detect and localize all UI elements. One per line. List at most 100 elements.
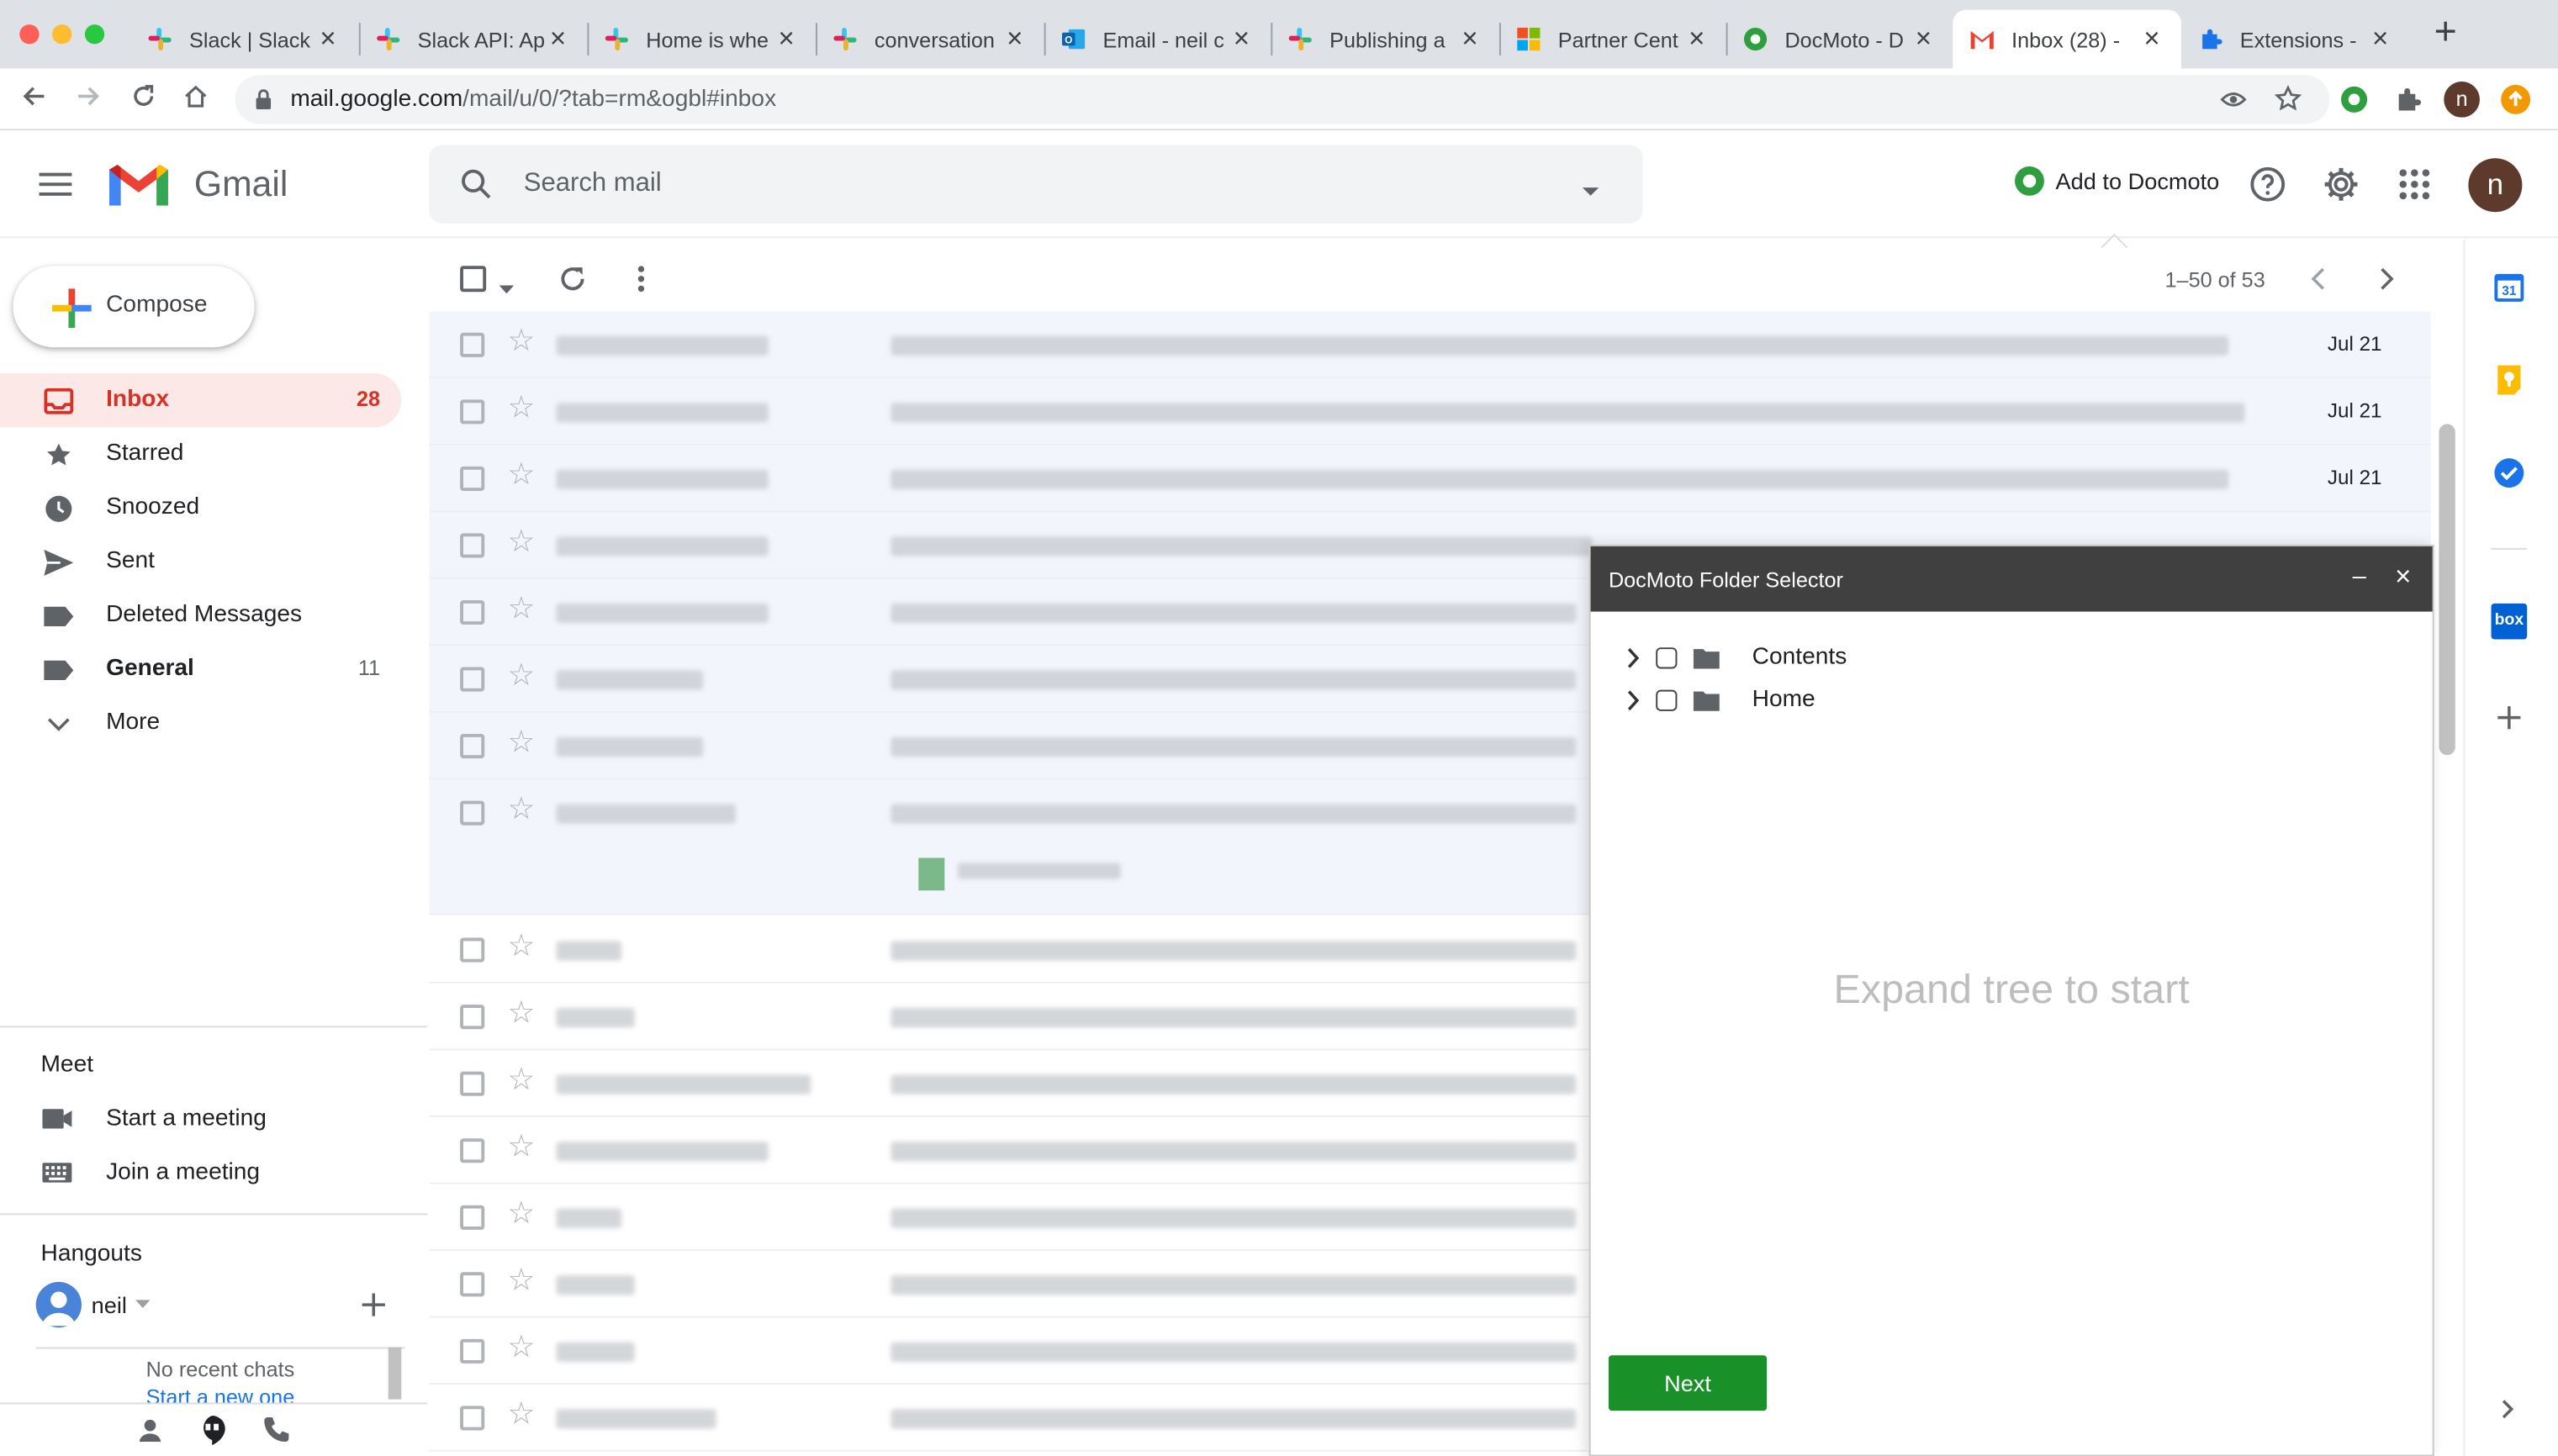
account-avatar[interactable]: n: [2468, 158, 2523, 213]
search-icon[interactable]: [460, 168, 493, 209]
row-checkbox[interactable]: [460, 1272, 485, 1297]
star-icon[interactable]: ☆: [507, 660, 535, 694]
row-checkbox[interactable]: [460, 533, 485, 558]
star-icon[interactable]: ☆: [507, 593, 535, 626]
mail-list-scrollbar[interactable]: [2439, 424, 2455, 756]
close-tab-icon[interactable]: ×: [1229, 23, 1255, 55]
close-tab-icon[interactable]: ×: [545, 23, 571, 55]
close-tab-icon[interactable]: ×: [2367, 23, 2393, 55]
address-bar[interactable]: mail.google.com/mail/u/0/?tab=rm&ogbl#in…: [235, 75, 2330, 124]
nav-item-general[interactable]: General 11: [0, 642, 401, 696]
nav-item-more[interactable]: More: [0, 696, 401, 750]
row-checkbox[interactable]: [460, 734, 485, 759]
search-mail-bar[interactable]: Search mail: [429, 145, 1643, 224]
close-tab-icon[interactable]: ×: [774, 23, 800, 55]
row-checkbox[interactable]: [460, 1138, 485, 1163]
browser-tab[interactable]: conversation ×: [816, 10, 1044, 69]
keep-icon[interactable]: [2496, 364, 2522, 405]
add-to-docmoto-button[interactable]: Add to Docmoto: [2013, 165, 2219, 198]
newer-page-chevron-left-icon[interactable]: [2310, 267, 2326, 298]
apps-grid-icon[interactable]: [2395, 165, 2434, 204]
profile-avatar[interactable]: n: [2444, 82, 2480, 118]
browser-tab[interactable]: Extensions - ×: [2181, 10, 2410, 69]
browser-tab[interactable]: Slack | Slack ×: [130, 10, 357, 69]
reload-icon[interactable]: [125, 82, 161, 118]
search-input[interactable]: Search mail: [524, 170, 662, 199]
nav-item-starred[interactable]: Starred: [0, 427, 401, 481]
hangouts-user-selector[interactable]: neil: [35, 1281, 151, 1328]
close-tab-icon[interactable]: ×: [1683, 23, 1710, 55]
nav-item-snoozed[interactable]: Snoozed: [0, 481, 401, 535]
row-checkbox[interactable]: [460, 800, 485, 826]
expand-chevron-icon[interactable]: [1626, 646, 1649, 667]
home-icon[interactable]: [177, 82, 214, 118]
mail-row[interactable]: ☆ Jul 21: [429, 378, 2431, 446]
more-vertical-icon[interactable]: [637, 264, 647, 302]
browser-tab[interactable]: Publishing a ×: [1271, 10, 1499, 69]
refresh-icon[interactable]: [558, 264, 588, 302]
compose-button[interactable]: Compose: [13, 266, 255, 348]
browser-tab[interactable]: Slack API: Ap ×: [359, 10, 588, 69]
close-tab-icon[interactable]: ×: [1002, 23, 1028, 55]
update-icon[interactable]: [2497, 82, 2534, 118]
close-tab-icon[interactable]: ×: [2138, 23, 2164, 55]
new-tab-button[interactable]: +: [2428, 13, 2464, 52]
browser-tab[interactable]: Partner Cent ×: [1499, 10, 1726, 69]
mail-row[interactable]: ☆ Jul 21: [429, 311, 2431, 379]
tasks-icon[interactable]: [2492, 456, 2525, 498]
nav-item-deleted-messages[interactable]: Deleted Messages: [0, 588, 401, 642]
join-meeting-link[interactable]: Join a meeting: [41, 1159, 261, 1185]
star-icon[interactable]: ☆: [507, 726, 535, 760]
chat-scrollbar[interactable]: [388, 1347, 402, 1400]
phone-icon[interactable]: [262, 1416, 290, 1452]
row-checkbox[interactable]: [460, 1406, 485, 1431]
star-icon[interactable]: ☆: [507, 931, 535, 964]
star-icon[interactable]: ☆: [507, 794, 535, 827]
browser-tab[interactable]: Home is whe ×: [587, 10, 816, 69]
folder-tree-item-contents[interactable]: Contents: [1626, 644, 1847, 670]
eye-off-icon[interactable]: [2220, 87, 2247, 121]
get-addons-plus-icon[interactable]: [2496, 704, 2522, 739]
star-icon[interactable]: ☆: [507, 1332, 535, 1365]
browser-tab-active[interactable]: Inbox (28) - ×: [1953, 9, 2181, 69]
folder-checkbox[interactable]: [1656, 688, 1678, 710]
row-checkbox[interactable]: [460, 599, 485, 625]
browser-tab[interactable]: O Email - neil c ×: [1044, 10, 1271, 69]
forward-arrow-icon[interactable]: [70, 82, 106, 118]
minimize-icon[interactable]: –: [2353, 564, 2366, 588]
star-icon[interactable]: ☆: [507, 459, 535, 493]
attachment-chip[interactable]: [902, 852, 1131, 891]
star-icon[interactable]: ☆: [507, 1064, 535, 1098]
select-dropdown-caret-icon[interactable]: [499, 274, 515, 303]
close-window-button[interactable]: [19, 24, 40, 45]
row-checkbox[interactable]: [460, 332, 485, 357]
row-checkbox[interactable]: [460, 667, 485, 692]
star-icon[interactable]: ☆: [507, 1198, 535, 1232]
box-icon[interactable]: box: [2491, 603, 2528, 640]
nav-item-inbox[interactable]: Inbox 28: [0, 373, 402, 428]
nav-item-sent[interactable]: Sent: [0, 535, 401, 588]
close-icon[interactable]: ×: [2395, 562, 2411, 590]
minimize-window-button[interactable]: [52, 24, 72, 45]
zoom-window-button[interactable]: [84, 24, 105, 45]
docmoto-extension-icon[interactable]: [2336, 82, 2372, 118]
add-chat-plus-icon[interactable]: [361, 1292, 387, 1327]
star-icon[interactable]: ☆: [507, 997, 535, 1031]
star-icon[interactable]: ☆: [507, 1131, 535, 1164]
row-checkbox[interactable]: [460, 1338, 485, 1364]
mail-row[interactable]: ☆ Jul 21: [429, 445, 2431, 513]
row-checkbox[interactable]: [460, 1205, 485, 1230]
search-options-caret-icon[interactable]: [1581, 177, 1600, 207]
older-page-chevron-right-icon[interactable]: [2379, 267, 2395, 298]
back-arrow-icon[interactable]: [16, 82, 52, 118]
bookmark-star-icon[interactable]: [2274, 85, 2302, 121]
next-button[interactable]: Next: [1608, 1355, 1768, 1411]
folder-tree-item-home[interactable]: Home: [1626, 687, 1815, 713]
star-icon[interactable]: ☆: [507, 526, 535, 560]
star-icon[interactable]: ☆: [507, 393, 535, 426]
folder-checkbox[interactable]: [1656, 646, 1678, 668]
row-checkbox[interactable]: [460, 1005, 485, 1030]
help-icon[interactable]: [2248, 165, 2287, 204]
row-checkbox[interactable]: [460, 399, 485, 425]
expand-chevron-icon[interactable]: [1626, 689, 1649, 710]
